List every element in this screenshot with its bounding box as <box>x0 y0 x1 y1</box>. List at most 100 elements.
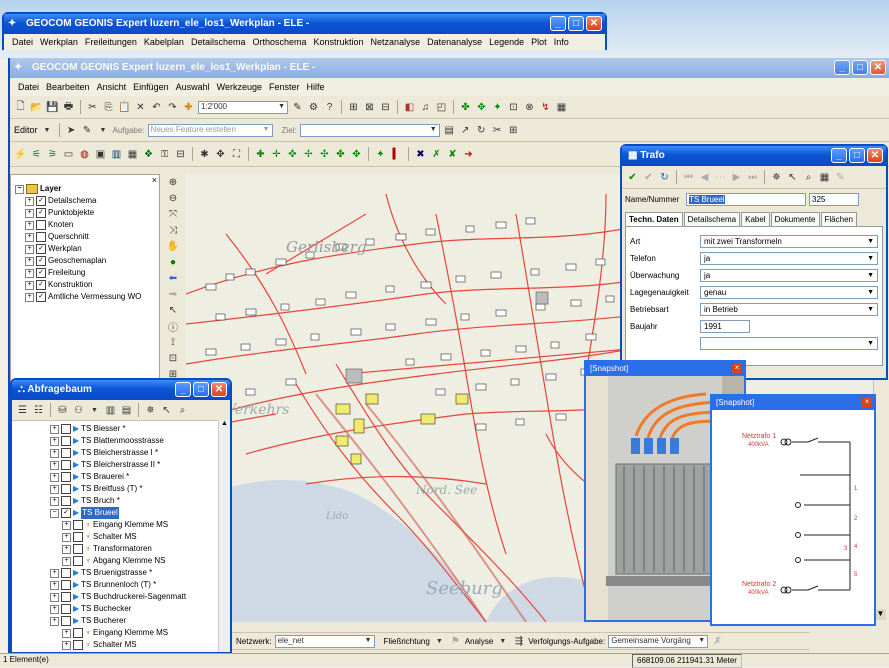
tool-icon[interactable]: ↻ <box>475 124 488 137</box>
layer-checkbox[interactable]: ✓ <box>36 208 46 218</box>
query-tree-item[interactable]: + ▶ TS Bucherer <box>50 615 230 627</box>
edit-icon[interactable]: ✎ <box>834 171 847 184</box>
layer-checkbox[interactable] <box>36 220 46 230</box>
close-icon[interactable]: × <box>152 175 157 185</box>
layer-item[interactable]: + ✓ Werkplan <box>25 243 159 255</box>
expand-icon[interactable]: + <box>62 544 71 554</box>
tool-icon[interactable]: ✖ <box>414 148 427 161</box>
tool-icon[interactable]: ⊟ <box>379 101 392 114</box>
number-input[interactable]: 325 <box>809 193 859 206</box>
query-tree-item[interactable]: + ♆ Abgang Klemme NS <box>50 555 230 567</box>
menu-item[interactable]: Datei <box>12 34 33 50</box>
print-icon[interactable]: 🖶 <box>62 101 75 114</box>
tool-icon[interactable]: ✛ <box>270 148 283 161</box>
expand-icon[interactable]: + <box>25 232 34 242</box>
expand-icon[interactable]: + <box>50 460 59 470</box>
expand-icon[interactable]: + <box>25 244 34 254</box>
tool-icon[interactable]: ▣ <box>94 148 107 161</box>
query-checkbox[interactable] <box>61 604 71 614</box>
expand-icon[interactable]: + <box>50 604 59 614</box>
tool-icon[interactable]: ✤ <box>459 101 472 114</box>
select-icon[interactable]: ↖ <box>786 171 799 184</box>
tool-icon[interactable]: ✣ <box>318 148 331 161</box>
sketch-tool-icon[interactable]: ✎ <box>81 124 94 137</box>
tool-icon[interactable]: ⊞ <box>347 101 360 114</box>
delete-icon[interactable]: ✕ <box>134 101 147 114</box>
maximize-button[interactable]: □ <box>568 16 584 31</box>
maximize-button[interactable]: □ <box>849 148 865 163</box>
redo-icon[interactable]: ↷ <box>166 101 179 114</box>
tool-icon[interactable]: ➜ <box>462 148 475 161</box>
layer-checkbox[interactable] <box>36 232 46 242</box>
menu-item[interactable]: Plot <box>531 34 547 50</box>
last-record-icon[interactable]: ⏭ <box>746 171 759 184</box>
tool-icon[interactable]: ❖ <box>142 148 155 161</box>
fixed-zoom-in-icon[interactable]: ⤧ <box>167 208 180 221</box>
expand-icon[interactable]: + <box>25 220 34 230</box>
verfolgung-combo[interactable]: Gemeinsame Vorgäng ▼ <box>608 634 709 648</box>
minimize-button[interactable]: _ <box>834 60 850 75</box>
query-checkbox[interactable] <box>73 628 83 638</box>
tool-icon[interactable]: ✥ <box>214 148 227 161</box>
expand-icon[interactable]: + <box>50 424 59 434</box>
query-checkbox[interactable] <box>73 640 83 650</box>
layer-checkbox[interactable]: ✓ <box>36 244 46 254</box>
tool-icon[interactable]: ↯ <box>539 101 552 114</box>
next-record-icon[interactable]: ▶ <box>730 171 743 184</box>
tool-icon[interactable]: ✦ <box>491 101 504 114</box>
query-checkbox[interactable] <box>61 460 71 470</box>
binoculars-icon[interactable]: ⚇ <box>72 404 85 417</box>
menu-item[interactable]: Datei <box>18 78 39 96</box>
expand-icon[interactable]: + <box>62 520 71 530</box>
search-icon[interactable]: ⌕ <box>802 171 815 184</box>
tool-icon[interactable]: ⊟ <box>174 148 187 161</box>
tool-icon[interactable]: ⚞ <box>46 148 59 161</box>
field-input[interactable]: genau ▼ <box>700 286 878 299</box>
expand-icon[interactable]: + <box>50 568 59 578</box>
tool-icon[interactable]: ✥ <box>350 148 363 161</box>
chevron-down-icon[interactable]: ▼ <box>496 635 509 648</box>
close-button[interactable]: ✕ <box>867 148 883 163</box>
solve-icon[interactable]: ✗ <box>711 635 724 648</box>
analyse-menu[interactable]: Analyse <box>465 637 493 646</box>
tool-icon[interactable]: ⛶ <box>230 148 243 161</box>
query-checkbox[interactable] <box>61 592 71 602</box>
layer-item[interactable]: + ✓ Freileitung <box>25 267 159 279</box>
tab-dokumente[interactable]: Dokumente <box>770 212 820 226</box>
query-tree-item[interactable]: + ♆ Transformatoren <box>50 543 230 555</box>
tool-icon[interactable]: ✘ <box>446 148 459 161</box>
layer-root[interactable]: − Layer <box>15 183 159 195</box>
query-checkbox[interactable]: ✓ <box>61 508 71 518</box>
menu-item[interactable]: Einfügen <box>133 78 169 96</box>
layer-checkbox[interactable]: ✓ <box>36 256 46 266</box>
close-button[interactable]: ✕ <box>870 60 886 75</box>
expand-icon[interactable]: + <box>25 292 34 302</box>
close-button[interactable]: ✕ <box>211 382 227 397</box>
copy-icon[interactable]: ⎘ <box>102 101 115 114</box>
tool-icon[interactable]: ⊠ <box>363 101 376 114</box>
check-disabled-icon[interactable]: ✔ <box>642 171 655 184</box>
tool-icon[interactable]: ⊡ <box>167 352 180 365</box>
tab-flaechen[interactable]: Flächen <box>820 212 857 226</box>
pan-icon[interactable]: ✋ <box>167 240 180 253</box>
query-tree-item[interactable]: + ♆ Schalter MS <box>50 531 230 543</box>
query-tree-item[interactable]: + ♆ Eingang Klemme MS <box>50 519 230 531</box>
name-input[interactable]: TS Brueel <box>686 193 806 206</box>
task-combo[interactable]: Neues Feature erstellen ▼ <box>147 123 273 137</box>
query-checkbox[interactable] <box>61 448 71 458</box>
tool-icon[interactable]: ✚ <box>254 148 267 161</box>
tool-icon[interactable]: ✢ <box>302 148 315 161</box>
fliessrichtung-menu[interactable]: Fließrichtung <box>384 637 430 646</box>
settings-icon[interactable]: ✵ <box>770 171 783 184</box>
tool-icon[interactable]: ▭ <box>62 148 75 161</box>
collapse-icon[interactable]: − <box>50 508 59 518</box>
tool-icon[interactable]: ⚿ <box>158 148 171 161</box>
menu-item[interactable]: Ansicht <box>97 78 127 96</box>
abfrage-scrollbar[interactable]: ▲ <box>218 420 230 652</box>
save-icon[interactable]: 💾 <box>46 101 59 114</box>
first-record-icon[interactable]: ⏮ <box>682 171 695 184</box>
minimize-button[interactable]: _ <box>831 148 847 163</box>
scroll-up-icon[interactable]: ▲ <box>219 420 230 427</box>
edit-tool-icon[interactable]: ➤ <box>65 124 78 137</box>
query-checkbox[interactable] <box>73 544 83 554</box>
